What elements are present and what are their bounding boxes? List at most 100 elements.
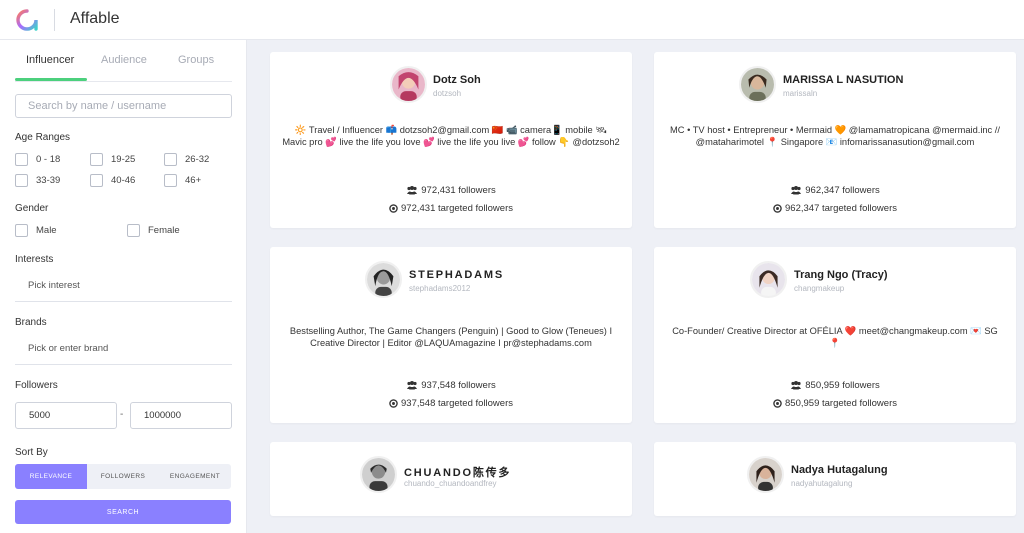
filter-sidebar: Influencer Audience Groups Age Ranges 0 … (0, 40, 247, 533)
age-checkbox-33-39[interactable]: 33-39 (15, 173, 60, 187)
influencer-card[interactable]: STEPHADAMS stephadams2012 Bestselling Au… (270, 247, 632, 423)
checkbox-label: 0 - 18 (36, 153, 61, 165)
checkbox-label: 40-46 (111, 174, 136, 186)
age-checkbox-46-plus[interactable]: 46+ (164, 173, 201, 187)
sort-relevance-button[interactable]: RELEVANCE (15, 464, 87, 489)
followers-text: 972,431 followers (421, 185, 496, 196)
targeted-text: 972,431 targeted followers (401, 203, 513, 214)
followers-text: 937,548 followers (421, 380, 496, 391)
checkbox-label: 19-25 (111, 153, 136, 165)
age-checkbox-19-25[interactable]: 19-25 (90, 152, 135, 166)
checkbox-label: 26-32 (185, 153, 210, 165)
influencer-name: Trang Ngo (Tracy) (794, 269, 888, 281)
avatar (750, 261, 787, 298)
sort-by-label: Sort By (15, 447, 48, 458)
brands-label: Brands (15, 317, 47, 328)
followers-count: 937,548 followers (270, 380, 632, 391)
top-header: Affable (0, 0, 1024, 40)
checkbox-label: Female (148, 224, 180, 236)
influencer-username: nadyahutagalung (791, 479, 853, 488)
checkbox-box[interactable] (164, 152, 177, 166)
target-icon (389, 399, 398, 408)
influencer-name: STEPHADAMS (409, 269, 505, 281)
influencer-username: marissaln (783, 89, 818, 98)
checkbox-box[interactable] (15, 173, 28, 187)
influencer-bio: Co-Founder/ Creative Director at OFÉLIA … (672, 326, 998, 348)
search-button[interactable]: SEARCH (15, 500, 231, 524)
followers-min-input[interactable] (15, 402, 117, 429)
influencer-card[interactable]: Nadya Hutagalung nadyahutagalung (654, 442, 1016, 516)
checkbox-label: 46+ (185, 174, 202, 186)
checkbox-box[interactable] (127, 223, 140, 237)
targeted-followers-count: 972,431 targeted followers (270, 203, 632, 214)
influencer-card[interactable]: Dotz Soh dotzsoh 🔆 Travel / Influencer 📫… (270, 52, 632, 228)
interest-picker[interactable]: Pick interest (15, 270, 232, 302)
brand-picker[interactable]: Pick or enter brand (15, 333, 232, 365)
range-separator: - (120, 409, 124, 420)
checkbox-label: Male (36, 224, 57, 236)
checkbox-box[interactable] (15, 152, 28, 166)
followers-count: 962,347 followers (654, 185, 1016, 196)
tab-audience[interactable]: Audience (101, 54, 147, 66)
avatar (747, 456, 784, 493)
influencer-name: MARISSA L NASUTION (783, 74, 904, 86)
search-input[interactable] (15, 94, 232, 118)
followers-count: 972,431 followers (270, 185, 632, 196)
influencer-username: changmakeup (794, 284, 845, 293)
gender-label: Gender (15, 203, 49, 214)
followers-count: 850,959 followers (654, 380, 1016, 391)
tab-influencer[interactable]: Influencer (26, 54, 74, 66)
avatar (365, 261, 402, 298)
targeted-text: 937,548 targeted followers (401, 398, 513, 409)
sort-toggle-group: RELEVANCE FOLLOWERS ENGAGEMENT (15, 464, 231, 489)
users-icon (791, 381, 802, 390)
target-icon (773, 204, 782, 213)
sidebar-tabs: Influencer Audience Groups (15, 40, 232, 82)
avatar (390, 66, 427, 103)
influencer-card[interactable]: Trang Ngo (Tracy) changmakeup Co-Founder… (654, 247, 1016, 423)
influencer-bio: 🔆 Travel / Influencer 📫 dotzsoh2@gmail.c… (282, 125, 620, 147)
targeted-text: 850,959 targeted followers (785, 398, 897, 409)
target-icon (773, 399, 782, 408)
sort-followers-button[interactable]: FOLLOWERS (87, 464, 159, 489)
users-icon (791, 186, 802, 195)
users-icon (407, 186, 418, 195)
checkbox-box[interactable] (90, 173, 103, 187)
checkbox-box[interactable] (90, 152, 103, 166)
app-title: Affable (70, 10, 120, 27)
followers-text: 850,959 followers (805, 380, 880, 391)
interests-label: Interests (15, 254, 54, 265)
followers-text: 962,347 followers (805, 185, 880, 196)
gender-checkbox-male[interactable]: Male (15, 223, 57, 237)
users-icon (407, 381, 418, 390)
followers-label: Followers (15, 380, 58, 391)
gender-checkbox-female[interactable]: Female (127, 223, 180, 237)
target-icon (389, 204, 398, 213)
active-tab-indicator (15, 78, 87, 81)
influencer-name: Dotz Soh (433, 74, 481, 86)
checkbox-label: 33-39 (36, 174, 61, 186)
sort-engagement-button[interactable]: ENGAGEMENT (159, 464, 231, 489)
influencer-username: chuando_chuandoandfrey (404, 479, 497, 488)
influencer-name: CHUANDO陈传多 (404, 467, 512, 479)
influencer-bio: Bestselling Author, The Game Changers (P… (289, 326, 613, 348)
influencer-username: stephadams2012 (409, 284, 471, 293)
influencer-card[interactable]: CHUANDO陈传多 chuando_chuandoandfrey (270, 442, 632, 516)
age-checkbox-40-46[interactable]: 40-46 (90, 173, 135, 187)
checkbox-box[interactable] (164, 173, 177, 187)
affable-logo-icon[interactable] (15, 8, 39, 32)
checkbox-box[interactable] (15, 223, 28, 237)
influencer-card[interactable]: MARISSA L NASUTION marissaln MC • TV hos… (654, 52, 1016, 228)
influencer-username: dotzsoh (433, 89, 462, 98)
targeted-followers-count: 962,347 targeted followers (654, 203, 1016, 214)
avatar (360, 456, 397, 493)
age-checkbox-0-18[interactable]: 0 - 18 (15, 152, 60, 166)
followers-max-input[interactable] (130, 402, 232, 429)
influencer-name: Nadya Hutagalung (791, 464, 888, 476)
targeted-followers-count: 937,548 targeted followers (270, 398, 632, 409)
tab-groups[interactable]: Groups (178, 54, 214, 66)
targeted-followers-count: 850,959 targeted followers (654, 398, 1016, 409)
avatar (739, 66, 776, 103)
age-checkbox-26-32[interactable]: 26-32 (164, 152, 209, 166)
age-ranges-label: Age Ranges (15, 132, 71, 143)
